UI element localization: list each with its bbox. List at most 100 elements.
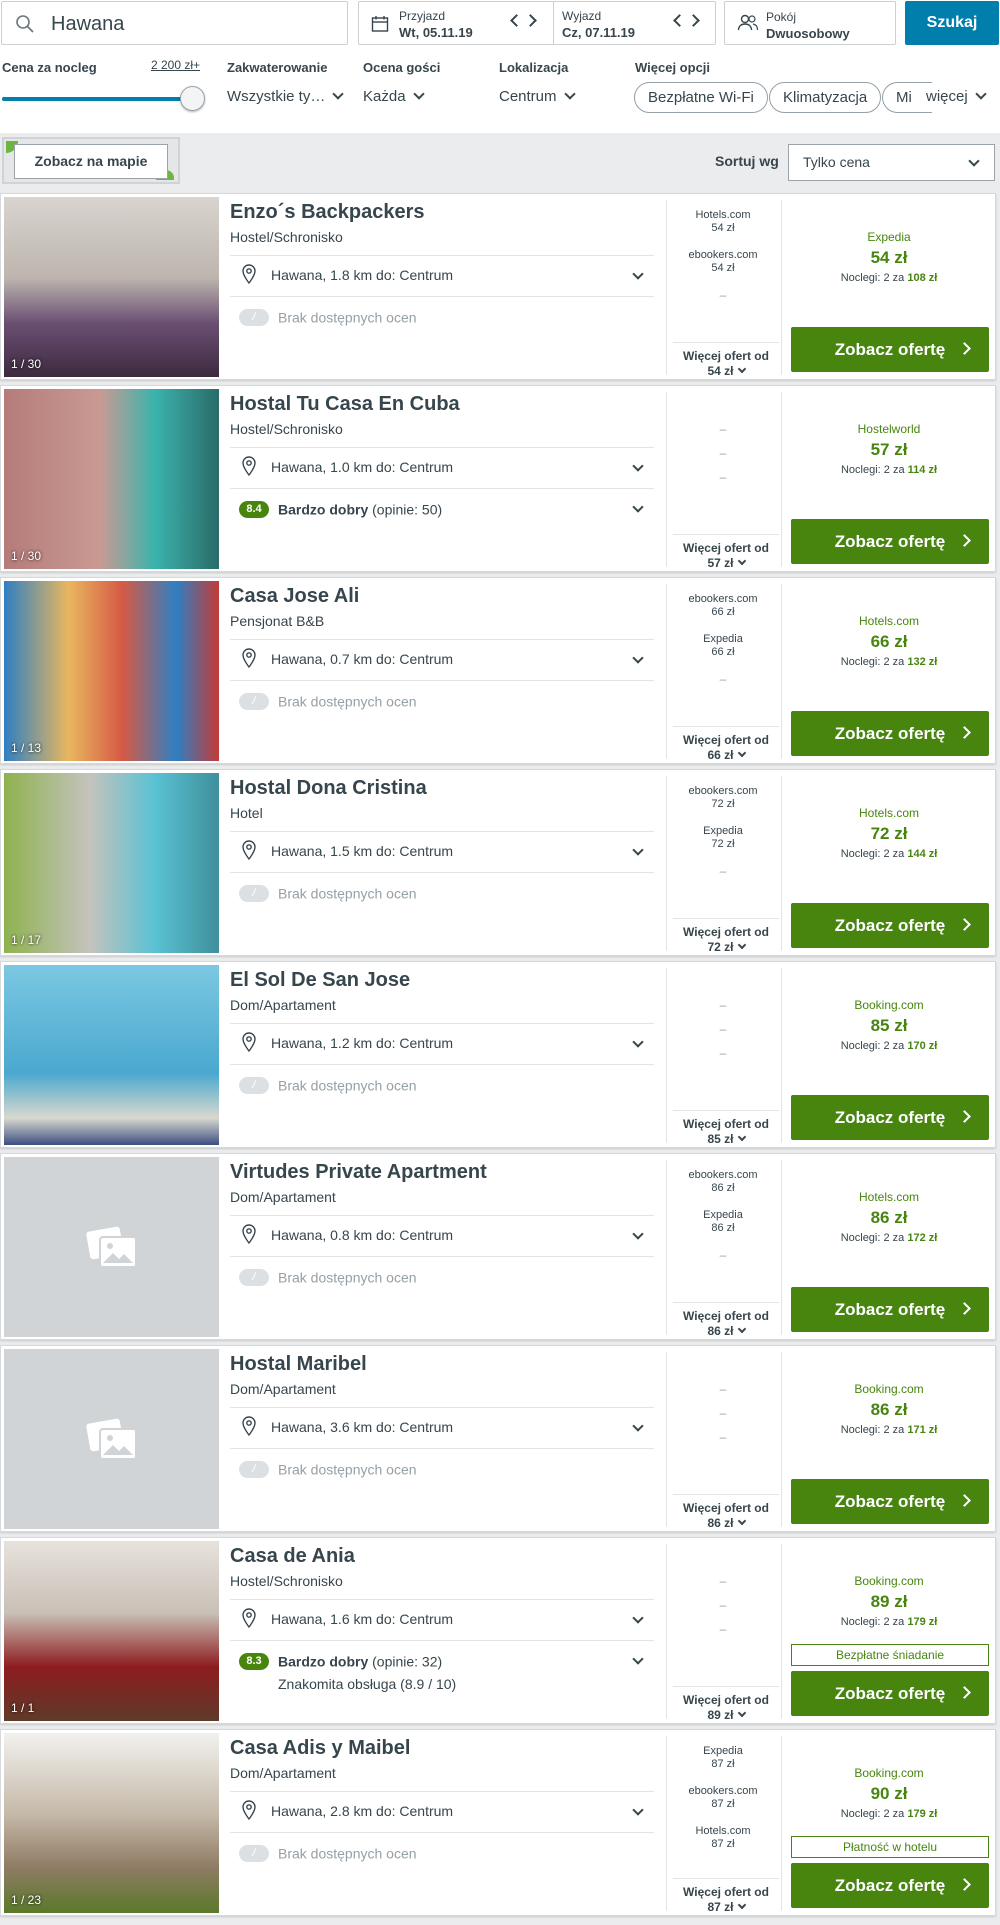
hotel-name[interactable]: Casa Adis y Maibel	[230, 1737, 410, 1760]
best-offer[interactable]: Hotels.com 72 zł Noclegi: 2 za 144 zł	[789, 806, 989, 860]
checkin-prev-icon[interactable]	[510, 14, 523, 27]
price-slider[interactable]	[2, 86, 205, 111]
sort-select[interactable]: Tylko cena	[788, 144, 995, 181]
more-offers-link[interactable]: Więcej ofert od 72 zł	[673, 918, 779, 955]
location-dropdown[interactable]: Centrum	[499, 88, 576, 105]
checkout-prev-icon[interactable]	[673, 14, 686, 27]
guest-rating[interactable]: 8.4 Bardzo dobry (opinie: 50)	[239, 500, 442, 518]
best-offer[interactable]: Expedia 54 zł Noclegi: 2 za 108 zł	[789, 230, 989, 284]
chevron-down-icon[interactable]	[632, 1653, 644, 1665]
chevron-down-icon[interactable]	[632, 268, 644, 280]
result-card[interactable]: 1 / 1 Casa de Ania Hostel/Schronisko Hawana…	[0, 1537, 996, 1724]
search-input[interactable]: Hawana	[1, 1, 348, 45]
checkout-field[interactable]: Wyjazd Cz, 07.11.19	[562, 2, 712, 44]
show-map-button[interactable]: Zobacz na mapie	[14, 144, 168, 179]
view-deal-button[interactable]: Zobacz ofertę	[791, 327, 989, 372]
offer-item[interactable]: Expedia 72 zł	[669, 825, 777, 851]
best-offer[interactable]: Booking.com 86 zł Noclegi: 2 za 171 zł	[789, 1382, 989, 1436]
offer-item[interactable]: ebookers.com 87 zł	[669, 1785, 777, 1811]
more-offers-link[interactable]: Więcej ofert od 54 zł	[673, 342, 779, 379]
best-offer[interactable]: Booking.com 90 zł Noclegi: 2 za 179 zł	[789, 1766, 989, 1820]
more-offers-link[interactable]: Więcej ofert od 86 zł	[673, 1494, 779, 1531]
view-deal-label: Zobacz ofertę	[834, 1300, 946, 1319]
result-card[interactable]: 1 / 13 Casa Jose Ali Pensjonat B&B Hawana, …	[0, 577, 996, 764]
view-deal-button[interactable]: Zobacz ofertę	[791, 711, 989, 756]
hotel-name[interactable]: Hostal Tu Casa En Cuba	[230, 393, 460, 416]
hotel-name[interactable]: Enzo´s Backpackers	[230, 201, 425, 224]
offer-item[interactable]: ebookers.com 86 zł	[669, 1169, 777, 1195]
result-card[interactable]: 1 / 30 Enzo´s Backpackers Hostel/Schronisk…	[0, 193, 996, 380]
chevron-down-icon[interactable]	[632, 1228, 644, 1240]
hotel-name[interactable]: Virtudes Private Apartment	[230, 1161, 487, 1184]
offer-item[interactable]: Expedia 87 zł	[669, 1745, 777, 1771]
more-offers-link[interactable]: Więcej ofert od 86 zł	[673, 1302, 779, 1339]
view-deal-button[interactable]: Zobacz ofertę	[791, 519, 989, 564]
hotel-photo[interactable]	[4, 965, 219, 1145]
rooms-selector[interactable]: Pokój Dwuosobowy	[724, 1, 896, 45]
offer-item[interactable]: Expedia 66 zł	[669, 633, 777, 659]
hotel-name[interactable]: Hostal Dona Cristina	[230, 777, 427, 800]
best-offer[interactable]: Booking.com 89 zł Noclegi: 2 za 179 zł	[789, 1574, 989, 1628]
result-card[interactable]: Hostal Maribel Dom/Apartament Hawana, 3.6 …	[0, 1345, 996, 1532]
best-offer[interactable]: Booking.com 85 zł Noclegi: 2 za 170 zł	[789, 998, 989, 1052]
view-deal-button[interactable]: Zobacz ofertę	[791, 903, 989, 948]
view-deal-button[interactable]: Zobacz ofertę	[791, 1863, 989, 1908]
guest-rating[interactable]: 8.3 Bardzo dobry (opinie: 32)	[239, 1652, 442, 1670]
offer-item[interactable]: Hotels.com 54 zł	[669, 209, 777, 235]
chevron-down-icon[interactable]	[632, 652, 644, 664]
hotel-name[interactable]: El Sol De San Jose	[230, 969, 410, 992]
chevron-down-icon[interactable]	[632, 1612, 644, 1624]
hotel-photo[interactable]: 1 / 17	[4, 773, 219, 953]
view-deal-button[interactable]: Zobacz ofertę	[791, 1287, 989, 1332]
stay-type-dropdown[interactable]: Wszystkie ty…	[227, 88, 345, 105]
hotel-name[interactable]: Casa de Ania	[230, 1545, 355, 1568]
guest-rating-dropdown[interactable]: Każda	[363, 88, 425, 105]
price-slider-handle[interactable]	[180, 86, 205, 111]
checkout-next-icon[interactable]	[687, 14, 700, 27]
chip-more-partial[interactable]: Mi	[882, 82, 932, 113]
more-offers-link[interactable]: Więcej ofert od 85 zł	[673, 1110, 779, 1147]
more-offers-link[interactable]: Więcej ofert od 89 zł	[673, 1686, 779, 1723]
hotel-photo[interactable]: 1 / 30	[4, 197, 219, 377]
chip-wifi[interactable]: Bezpłatne Wi-Fi	[634, 82, 768, 113]
result-card[interactable]: Virtudes Private Apartment Dom/Apartament…	[0, 1153, 996, 1340]
offer-item[interactable]: ebookers.com 72 zł	[669, 785, 777, 811]
best-offer[interactable]: Hotels.com 86 zł Noclegi: 2 za 172 zł	[789, 1190, 989, 1244]
chevron-down-icon[interactable]	[632, 501, 644, 513]
chevron-down-icon	[737, 364, 746, 374]
more-filters-link[interactable]: więcej	[926, 88, 987, 105]
hotel-photo[interactable]: 1 / 13	[4, 581, 219, 761]
chip-aircon[interactable]: Klimatyzacja	[769, 82, 882, 113]
more-offers-link[interactable]: Więcej ofert od 57 zł	[673, 534, 779, 571]
more-offers-link[interactable]: Więcej ofert od 66 zł	[673, 726, 779, 763]
hotel-photo[interactable]: 1 / 30	[4, 389, 219, 569]
date-picker[interactable]: Przyjazd Wt, 05.11.19 Wyjazd Cz, 07.11.1…	[358, 1, 716, 45]
hotel-name[interactable]: Casa Jose Ali	[230, 585, 359, 608]
result-card[interactable]: 1 / 30 Hostal Tu Casa En Cuba Hostel/Schro…	[0, 385, 996, 572]
offer-item[interactable]: ebookers.com 54 zł	[669, 249, 777, 275]
view-deal-button[interactable]: Zobacz ofertę	[791, 1479, 989, 1524]
chevron-down-icon[interactable]	[632, 844, 644, 856]
offer-item[interactable]: Hotels.com 87 zł	[669, 1825, 777, 1851]
search-button[interactable]: Szukaj	[905, 1, 999, 45]
offer-item[interactable]: Expedia 86 zł	[669, 1209, 777, 1235]
best-offer[interactable]: Hotels.com 66 zł Noclegi: 2 za 132 zł	[789, 614, 989, 668]
result-card[interactable]: 1 / 17 Hostal Dona Cristina Hotel Hawana, 1…	[0, 769, 996, 956]
hotel-name[interactable]: Hostal Maribel	[230, 1353, 367, 1376]
more-offers-link[interactable]: Więcej ofert od 87 zł	[673, 1878, 779, 1915]
result-card[interactable]: El Sol De San Jose Dom/Apartament Hawana, …	[0, 961, 996, 1148]
chevron-down-icon[interactable]	[632, 1420, 644, 1432]
result-card[interactable]: 1 / 23 Casa Adis y Maibel Dom/Apartament Ha…	[0, 1729, 996, 1916]
other-offers: – – –	[669, 1361, 777, 1455]
view-deal-button[interactable]: Zobacz ofertę	[791, 1095, 989, 1140]
chevron-down-icon[interactable]	[632, 1036, 644, 1048]
chevron-down-icon[interactable]	[632, 1804, 644, 1816]
best-offer[interactable]: Hostelworld 57 zł Noclegi: 2 za 114 zł	[789, 422, 989, 476]
hotel-photo[interactable]: 1 / 1	[4, 1541, 219, 1721]
checkin-next-icon[interactable]	[524, 14, 537, 27]
checkin-field[interactable]: Przyjazd Wt, 05.11.19	[399, 2, 554, 44]
chevron-down-icon[interactable]	[632, 460, 644, 472]
view-deal-button[interactable]: Zobacz ofertę	[791, 1671, 989, 1716]
offer-item[interactable]: ebookers.com 66 zł	[669, 593, 777, 619]
hotel-photo[interactable]: 1 / 23	[4, 1733, 219, 1913]
